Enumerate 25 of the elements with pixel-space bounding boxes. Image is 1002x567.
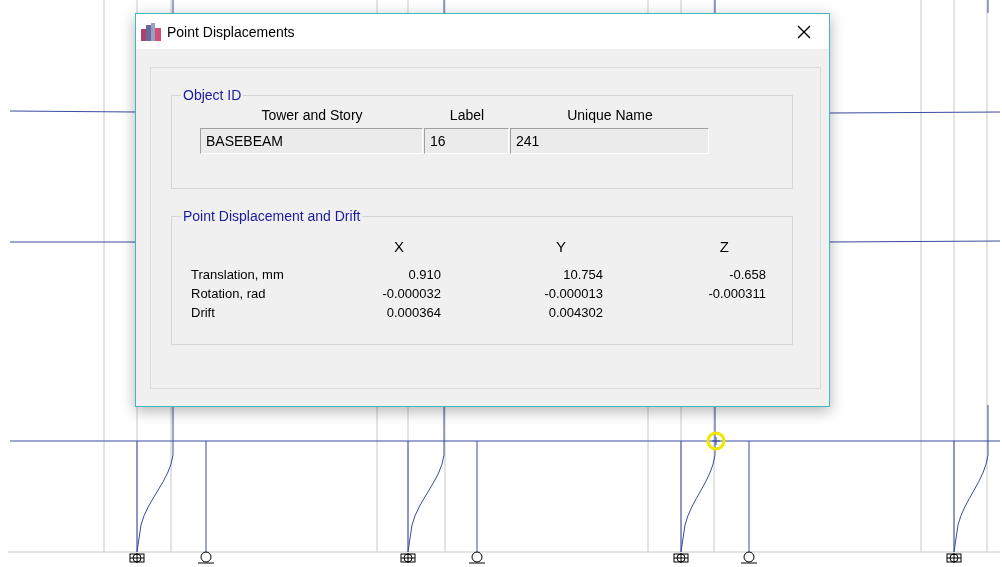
- readonly-field[interactable]: BASEBEAM: [200, 128, 423, 154]
- value-text: -0.658: [728, 267, 766, 282]
- column-header: Z: [718, 238, 730, 255]
- value-text: -0.000032: [381, 286, 441, 301]
- group-title: Point Displacement and Drift: [182, 208, 362, 224]
- row-label: Rotation, rad: [191, 286, 267, 301]
- value-text: 0.000364: [385, 305, 441, 320]
- value-text: -0.000311: [707, 286, 766, 301]
- row-label: Translation, mm: [191, 267, 285, 282]
- buildings-icon: [141, 22, 161, 41]
- readonly-field[interactable]: 241: [510, 128, 709, 154]
- value-text: 0.004302: [547, 305, 603, 320]
- column-header: Unique Name: [566, 107, 654, 125]
- column-header: Y: [555, 238, 567, 255]
- window-title: Point Displacements: [167, 23, 296, 40]
- column-header: X: [393, 238, 405, 255]
- value-text: -0.000013: [543, 286, 603, 301]
- group-title: Object ID: [182, 87, 243, 103]
- readonly-field[interactable]: 16: [424, 128, 509, 154]
- close-icon: [797, 24, 811, 39]
- value-text: 10.754: [562, 267, 603, 282]
- column-header: Tower and Story: [260, 107, 364, 125]
- value-text: 0.910: [407, 267, 441, 282]
- column-header: Label: [448, 107, 486, 125]
- row-label: Drift: [191, 305, 216, 320]
